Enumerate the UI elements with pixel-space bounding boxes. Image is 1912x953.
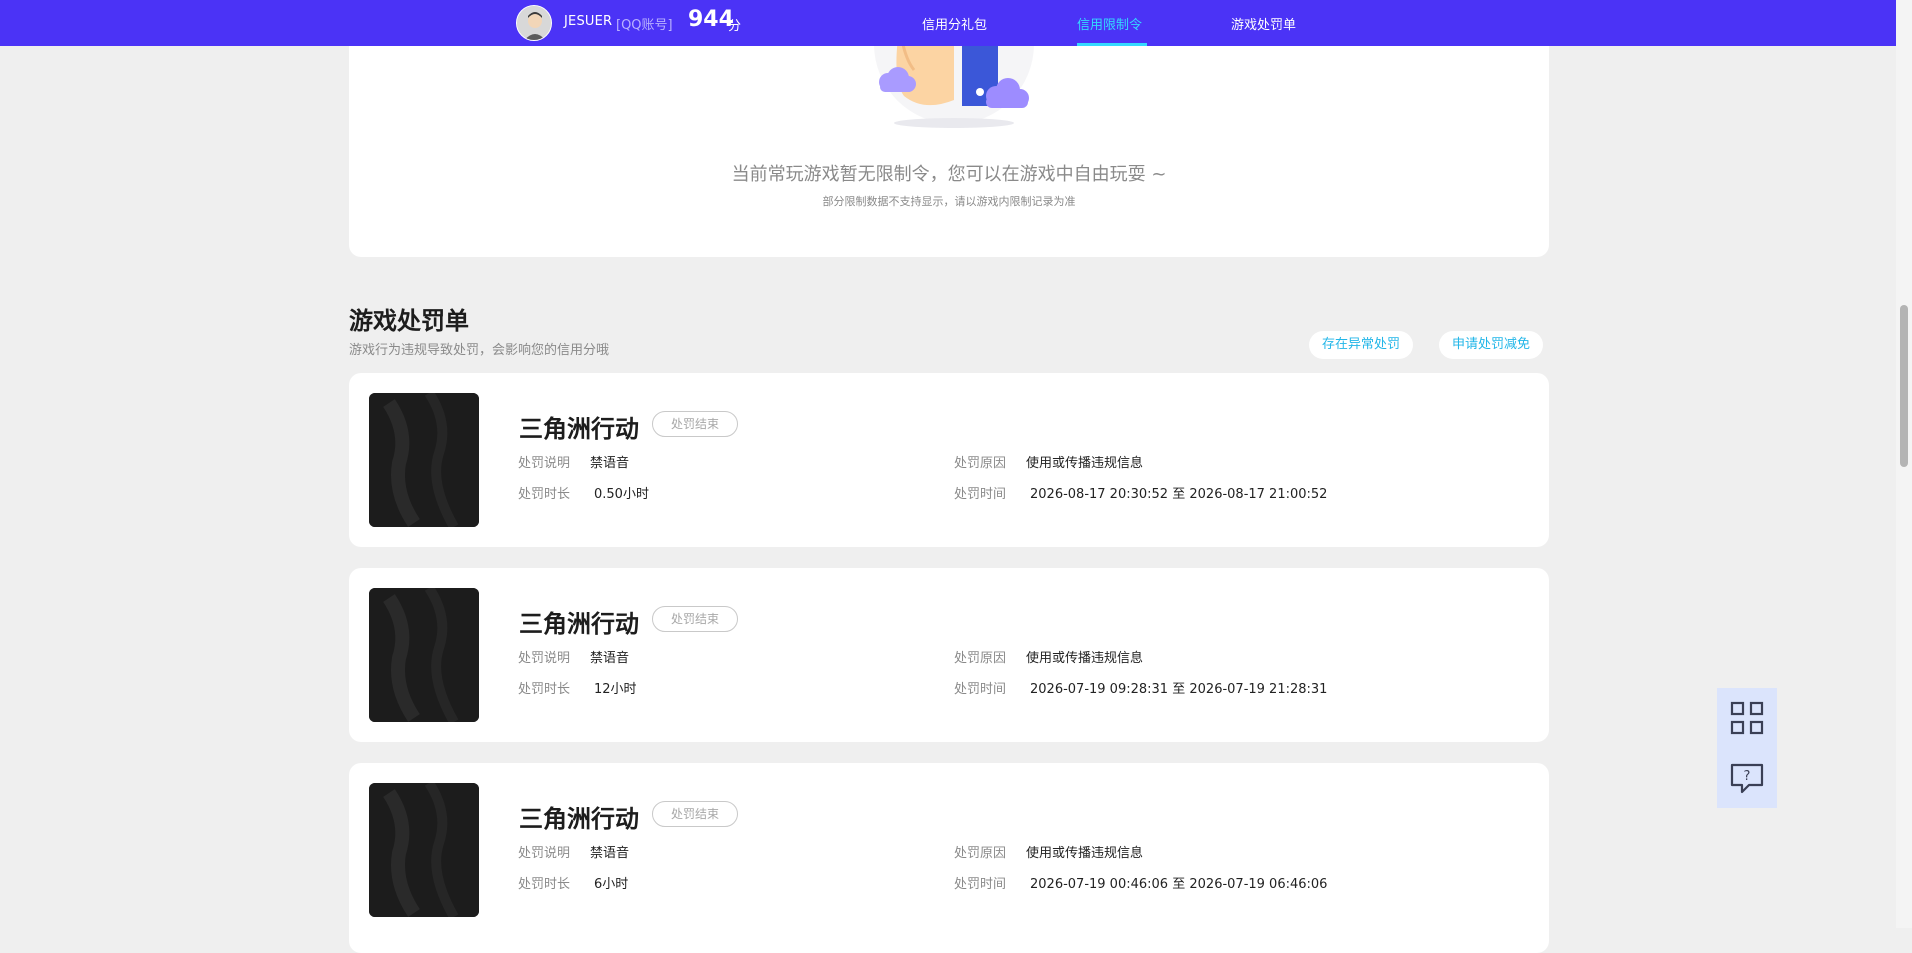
penalty-desc-label: 处罚说明: [518, 846, 571, 861]
penalty-reason-value: 使用或传播违规信息: [1026, 651, 1144, 666]
penalty-status-badge: 处罚结束: [652, 606, 738, 632]
penalty-time-label: 处罚时间: [954, 682, 1007, 697]
time-separator: 至: [1172, 487, 1186, 502]
penalty-time-range: 2026-07-19 00:46:06 至 2026-07-19 06:46:0…: [1030, 873, 1327, 892]
empty-state-note: 部分限制数据不支持显示，请以游戏内限制记录为准: [822, 195, 1076, 208]
penalty-start-time: 2026-07-19 09:28:31: [1030, 682, 1169, 697]
penalty-card: 三角洲行动 处罚结束 处罚说明 禁语音 处罚原因 使用或传播违规信息 处罚时长 …: [349, 373, 1549, 547]
apply-penalty-reduction-button[interactable]: 申请处罚减免: [1439, 331, 1544, 359]
penalty-duration-label: 处罚时长: [518, 487, 571, 502]
penalty-end-time: 2026-08-17 21:00:52: [1189, 487, 1328, 502]
penalty-start-time: 2026-07-19 00:46:06: [1030, 877, 1169, 892]
help-chat-icon: ?: [1730, 763, 1764, 794]
penalty-status-badge: 处罚结束: [652, 411, 738, 437]
penalty-reason-label: 处罚原因: [954, 651, 1007, 666]
penalty-time-label: 处罚时间: [954, 877, 1007, 892]
time-separator: 至: [1172, 877, 1186, 892]
svg-text:?: ?: [1744, 769, 1751, 784]
user-avatar[interactable]: [516, 5, 552, 41]
tab-game-penalty[interactable]: 游戏处罚单: [1231, 14, 1296, 33]
penalty-desc-label: 处罚说明: [518, 456, 571, 471]
penalty-start-time: 2026-08-17 20:30:52: [1030, 487, 1169, 502]
penalty-end-time: 2026-07-19 06:46:06: [1189, 877, 1328, 892]
penalty-section-title: 游戏处罚单: [349, 307, 469, 335]
game-cover-image: [369, 588, 479, 722]
penalty-time-range: 2026-07-19 09:28:31 至 2026-07-19 21:28:3…: [1030, 678, 1327, 697]
qr-code-icon: [1730, 701, 1764, 735]
penalty-reason-value: 使用或传播违规信息: [1026, 456, 1144, 471]
empty-state-message: 当前常玩游戏暂无限制令，您可以在游戏中自由玩耍 ~: [731, 164, 1167, 185]
tab-credit-gift-pack[interactable]: 信用分礼包: [922, 14, 987, 33]
penalty-duration-label: 处罚时长: [518, 682, 571, 697]
tab-credit-restriction[interactable]: 信用限制令: [1077, 14, 1142, 33]
penalty-duration-value: 0.50小时: [594, 487, 649, 502]
penalty-desc-value: 禁语音: [590, 651, 630, 666]
active-tab-indicator: [1077, 43, 1147, 46]
penalty-card: 三角洲行动 处罚结束 处罚说明 禁语音 处罚原因 使用或传播违规信息 处罚时长 …: [349, 763, 1549, 953]
penalty-desc-label: 处罚说明: [518, 651, 571, 666]
help-button[interactable]: ?: [1717, 748, 1777, 808]
penalty-time-range: 2026-08-17 20:30:52 至 2026-08-17 21:00:5…: [1030, 483, 1327, 502]
penalty-status-badge: 处罚结束: [652, 801, 738, 827]
penalty-duration-label: 处罚时长: [518, 877, 571, 892]
penalty-end-time: 2026-07-19 21:28:31: [1189, 682, 1328, 697]
credit-score-unit: 分: [728, 19, 742, 34]
top-nav-bar: JESUER [QQ账号] 944 分 信用分礼包 信用限制令 游戏处罚单: [0, 0, 1896, 46]
penalty-reason-label: 处罚原因: [954, 456, 1007, 471]
account-type-tag: [QQ账号]: [616, 18, 673, 33]
penalty-desc-value: 禁语音: [590, 456, 630, 471]
penalty-section-subtitle: 游戏行为违规导致处罚，会影响您的信用分哦: [349, 343, 610, 358]
page-scrollbar-thumb[interactable]: [1900, 305, 1908, 467]
qr-code-button[interactable]: [1717, 688, 1777, 748]
penalty-reason-value: 使用或传播违规信息: [1026, 846, 1144, 861]
game-cover-image: [369, 783, 479, 917]
game-name: 三角洲行动: [519, 610, 639, 638]
penalty-reason-label: 处罚原因: [954, 846, 1007, 861]
username: JESUER: [564, 14, 613, 29]
game-name: 三角洲行动: [519, 805, 639, 833]
penalty-time-label: 处罚时间: [954, 487, 1007, 502]
penalty-card: 三角洲行动 处罚结束 处罚说明 禁语音 处罚原因 使用或传播违规信息 处罚时长 …: [349, 568, 1549, 742]
penalty-duration-value: 6小时: [594, 877, 629, 892]
game-cover-image: [369, 393, 479, 527]
penalty-desc-value: 禁语音: [590, 846, 630, 861]
report-abnormal-penalty-button[interactable]: 存在异常处罚: [1309, 331, 1414, 359]
time-separator: 至: [1172, 682, 1186, 697]
penalty-duration-value: 12小时: [594, 682, 637, 697]
game-name: 三角洲行动: [519, 415, 639, 443]
